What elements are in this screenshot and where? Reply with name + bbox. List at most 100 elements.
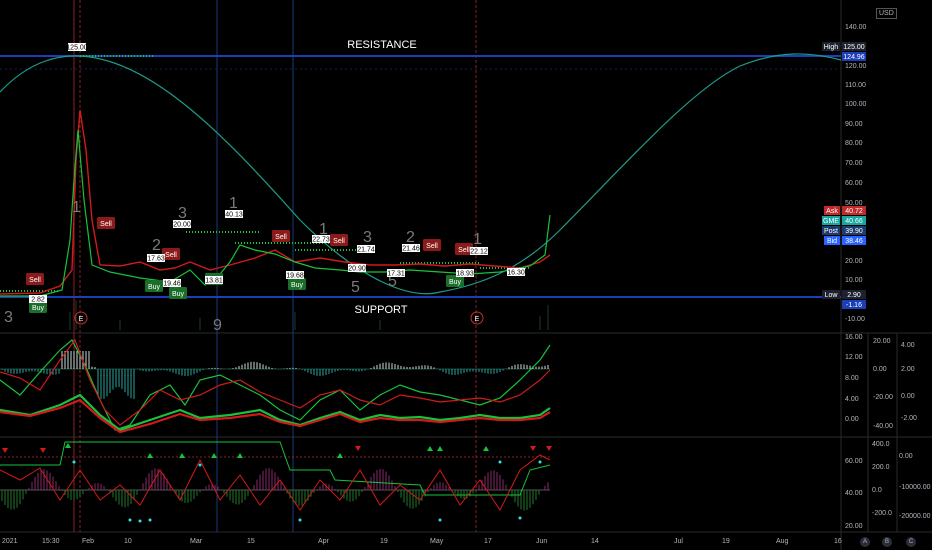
price-tag-label: 21.46 (402, 246, 420, 253)
price-tag-label: 2.82 (31, 297, 45, 304)
sell-signal-tag: Sell (97, 217, 115, 229)
time-tick-label: Jun (536, 538, 547, 545)
svg-text:High: High (824, 44, 839, 51)
osc2-axis-label: 0.00 (899, 453, 913, 460)
osc1-axis-label: 4.00 (901, 342, 915, 349)
price-tag: 40.13 (225, 210, 243, 219)
time-tick-label: 14 (591, 538, 599, 545)
post-price-box: Post 39.90 (822, 226, 866, 235)
time-tick-label: 15:30 (42, 538, 60, 545)
price-tag-label: 125.00 (66, 45, 88, 52)
price-tag-label: 17.31 (387, 271, 405, 278)
price-tag: 19.68 (286, 271, 304, 280)
osc2-axis-label: -10000.00 (899, 484, 931, 491)
osc2-axis-label: -20000.00 (899, 513, 931, 520)
time-tick-label: 15 (247, 538, 255, 545)
price-tag: 20.90 (348, 264, 366, 273)
signal-tag-label: Sell (275, 234, 287, 241)
time-tick-label: 16 (834, 538, 842, 545)
osc1-axis-label: 4.00 (845, 396, 859, 403)
price-tag: 22.73 (312, 235, 330, 244)
wave-number: 9 (213, 317, 222, 334)
axis-button-a[interactable]: A (860, 537, 870, 547)
price-tick-label: -10.00 (845, 316, 865, 323)
price-tag-label: 19.68 (286, 273, 304, 280)
price-tick-label: 50.00 (845, 200, 863, 207)
osc1-axis-label: 0.00 (901, 393, 915, 400)
ask-price-box: Ask 40.72 (824, 206, 866, 215)
price-tag-label: 13.81 (205, 278, 223, 285)
wave-number: 1 (229, 195, 238, 212)
support-label: SUPPORT (355, 304, 408, 316)
price-tag-label: 21.74 (357, 247, 375, 254)
price-tag-label: 17.63 (147, 256, 165, 263)
signal-tag-label: Sell (165, 252, 177, 259)
resistance-label: RESISTANCE (347, 39, 416, 51)
price-tag-label: 40.13 (225, 212, 243, 219)
wave-number: 2 (406, 229, 415, 246)
svg-text:Low: Low (825, 292, 839, 299)
svg-text:Ask: Ask (826, 208, 838, 215)
svg-text:40.72: 40.72 (845, 208, 863, 215)
sell-signal-tag: Sell (330, 234, 348, 246)
price-tick-label: 140.00 (845, 24, 867, 31)
currency-label[interactable]: USD (876, 8, 897, 19)
osc1-axis-label: 8.00 (845, 375, 859, 382)
price-tag-label: 18.93 (456, 271, 474, 278)
price-tag-label: 20.90 (348, 266, 366, 273)
buy-signal-tag: Buy (169, 287, 187, 299)
price-tag: 125.00 (66, 43, 88, 52)
svg-text:125.00: 125.00 (843, 44, 865, 51)
signal-tag-label: Buy (449, 279, 462, 286)
price-tag: 2.82 (29, 295, 47, 304)
osc1-axis-label: 16.00 (845, 334, 863, 341)
price-tag: 19.46 (163, 279, 181, 288)
signal-tag-label: Buy (32, 305, 45, 312)
price-tag-label: 16.30 (507, 270, 525, 277)
osc2-axis-label: 400.0 (872, 441, 890, 448)
chart-canvas[interactable]: RESISTANCE SUPPORT 1 2 3 1 3 9 1 5 2 5 1… (0, 0, 932, 550)
price-tag: 13.81 (205, 276, 223, 285)
price-tick-label: 110.00 (845, 82, 866, 89)
wave-number: 3 (363, 229, 372, 246)
svg-text:GME: GME (823, 218, 839, 225)
osc1-axis-label: -20.00 (873, 394, 893, 401)
svg-text:Bid: Bid (827, 238, 837, 245)
price-tag: 17.63 (147, 254, 165, 263)
osc2-axis-label: 60.00 (845, 458, 863, 465)
wave-number: 2 (152, 237, 161, 254)
price-tick-label: 120.00 (845, 63, 867, 70)
price-tag-label: 20.00 (173, 222, 191, 229)
signal-tag-label: Buy (172, 291, 185, 298)
time-tick-label: Apr (318, 538, 330, 545)
svg-text:124.96: 124.96 (843, 54, 865, 61)
svg-text:40.66: 40.66 (845, 218, 863, 225)
axis-button-b[interactable]: B (882, 537, 892, 547)
event-marker-label: E (475, 316, 480, 323)
sell-signal-tag: Sell (423, 239, 441, 251)
price-tick-label: 20.00 (845, 258, 863, 265)
price-tag: 20.00 (173, 220, 191, 229)
signal-tag-label: Sell (333, 238, 345, 245)
axis-button-c[interactable]: C (906, 537, 916, 547)
time-tick-label: 10 (124, 538, 132, 545)
svg-text:2.90: 2.90 (847, 292, 861, 299)
time-tick-label: Aug (776, 538, 789, 545)
time-tick-label: 2021 (2, 538, 18, 545)
svg-text:39.90: 39.90 (845, 228, 863, 235)
svg-text:-1.16: -1.16 (846, 302, 862, 309)
price-tag: 22.12 (470, 247, 488, 256)
svg-text:Post: Post (824, 228, 838, 235)
sell-signal-tag: Sell (26, 273, 44, 285)
resistance-price-box: 124.96 (842, 52, 866, 61)
sell-signal-tag: Sell (272, 230, 290, 242)
price-tick-label: 90.00 (845, 121, 863, 128)
bid-price-box: Bid 38.46 (824, 236, 866, 245)
wave-number: 3 (4, 309, 13, 326)
price-tick-label: 70.00 (845, 160, 863, 167)
price-tag: 16.30 (507, 268, 525, 277)
osc1-axis-label: -40.00 (873, 423, 893, 430)
price-tag: 21.74 (357, 245, 375, 254)
osc2-axis-label: 200.0 (872, 464, 890, 471)
wave-number: 5 (351, 279, 360, 296)
